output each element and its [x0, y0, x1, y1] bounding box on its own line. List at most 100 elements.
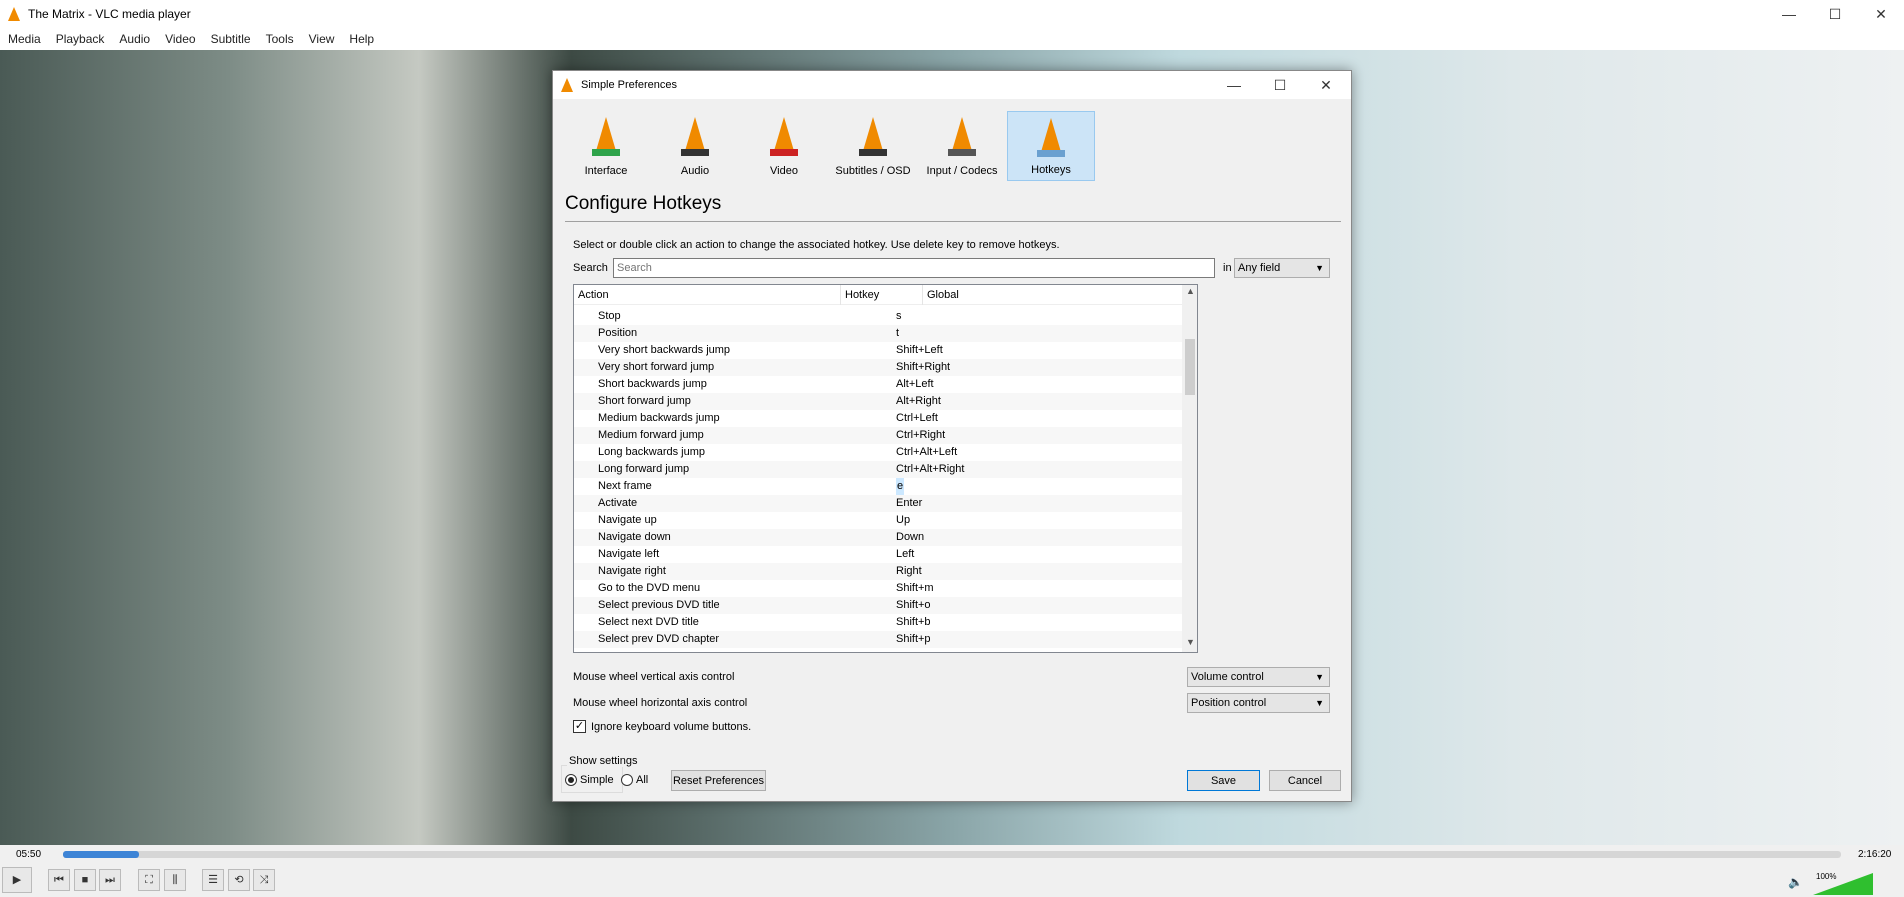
menu-video[interactable]: Video — [157, 28, 202, 46]
seek-bar-fill — [63, 851, 140, 858]
chevron-down-icon: ▼ — [1315, 263, 1324, 273]
row-hotkey: Shift+m — [896, 582, 934, 594]
row-hotkey: Alt+Left — [896, 378, 934, 390]
menu-tools[interactable]: Tools — [258, 28, 301, 46]
hotkeys-table[interactable]: Action Hotkey Global Stop s Position t Very … — [573, 284, 1198, 653]
extended-settings-button[interactable]: ⫼ — [164, 869, 186, 891]
table-row[interactable]: Very short forward jump Shift+Right — [574, 359, 1182, 376]
hotkeys-icon — [1033, 118, 1069, 158]
stop-button[interactable]: ■ — [74, 869, 96, 891]
maximize-button[interactable]: ☐ — [1812, 0, 1858, 28]
table-row[interactable]: Go to the DVD menu Shift+m — [574, 580, 1182, 597]
menu-playback[interactable]: Playback — [48, 28, 112, 46]
table-row[interactable]: Medium forward jump Ctrl+Right — [574, 427, 1182, 444]
ignore-volume-checkbox[interactable]: ✓ — [573, 720, 586, 733]
table-row[interactable]: Short backwards jump Alt+Left — [574, 376, 1182, 393]
row-action: Very short backwards jump — [598, 344, 731, 356]
next-button[interactable]: ⏭ — [99, 869, 121, 891]
menu-bar: Media Playback Audio Video Subtitle Tools View… — [0, 28, 1904, 50]
save-button[interactable]: Save — [1187, 770, 1260, 791]
row-action: Navigate left — [598, 548, 660, 560]
previous-button[interactable]: ⏮ — [48, 869, 70, 891]
row-action: Short backwards jump — [598, 378, 707, 390]
seek-bar[interactable] — [63, 851, 1841, 858]
table-row[interactable]: Navigate left Left — [574, 546, 1182, 563]
table-row[interactable]: Select prev DVD chapter Shift+p — [574, 631, 1182, 648]
simple-radio[interactable] — [565, 774, 577, 786]
cancel-button[interactable]: Cancel — [1269, 770, 1341, 791]
dialog-minimize-button[interactable]: — — [1211, 71, 1257, 99]
menu-media[interactable]: Media — [0, 28, 48, 46]
wheel-horizontal-select[interactable]: Position control ▼ — [1187, 693, 1330, 713]
vlc-logo-icon — [561, 78, 573, 92]
table-row[interactable]: Short forward jump Alt+Right — [574, 393, 1182, 410]
minimize-button[interactable]: — — [1766, 0, 1812, 28]
dialog-title: Simple Preferences — [581, 79, 677, 91]
playlist-button[interactable]: ☰ — [202, 869, 224, 891]
subtitles-icon — [855, 117, 891, 157]
row-hotkey: s — [896, 310, 902, 322]
table-scrollbar[interactable]: ▲ ▼ — [1182, 285, 1197, 652]
window-titlebar: The Matrix - VLC media player — ☐ ✕ — [0, 0, 1904, 28]
row-action: Stop — [598, 310, 621, 322]
table-row[interactable]: Long forward jump Ctrl+Alt+Right — [574, 461, 1182, 478]
table-header: Action Hotkey Global — [574, 285, 1182, 305]
show-settings-label: Show settings — [567, 755, 640, 767]
tab-interface[interactable]: Interface — [562, 111, 650, 181]
scroll-up-icon[interactable]: ▲ — [1186, 286, 1195, 296]
table-row[interactable]: Select next DVD title Shift+b — [574, 614, 1182, 631]
table-row[interactable]: Select previous DVD title Shift+o — [574, 597, 1182, 614]
dialog-close-button[interactable]: ✕ — [1303, 71, 1349, 99]
row-hotkey: Enter — [896, 497, 923, 509]
tab-hotkeys[interactable]: Hotkeys — [1007, 111, 1095, 181]
tab-input-codecs[interactable]: Input / Codecs — [918, 111, 1006, 181]
table-row[interactable]: Very short backwards jump Shift+Left — [574, 342, 1182, 359]
search-input[interactable] — [613, 258, 1215, 278]
menu-help[interactable]: Help — [341, 28, 381, 46]
row-action: Next frame — [598, 480, 652, 492]
table-row[interactable]: Navigate down Down — [574, 529, 1182, 546]
wheel-vertical-select[interactable]: Volume control ▼ — [1187, 667, 1330, 687]
speaker-icon[interactable]: 🔈 — [1788, 875, 1803, 889]
column-header-hotkey[interactable]: Hotkey — [840, 285, 922, 305]
table-row[interactable]: Next frame e — [574, 478, 1182, 495]
video-icon — [766, 117, 802, 157]
tab-subtitles-osd[interactable]: Subtitles / OSD — [829, 111, 917, 181]
row-hotkey: Ctrl+Alt+Left — [896, 446, 958, 458]
column-header-global[interactable]: Global — [922, 285, 959, 305]
scrollbar-thumb[interactable] — [1185, 339, 1195, 395]
close-button[interactable]: ✕ — [1858, 0, 1904, 28]
table-row[interactable]: Position t — [574, 325, 1182, 342]
tab-audio[interactable]: Audio — [651, 111, 739, 181]
hotkeys-description: Select or double click an action to chan… — [573, 239, 1060, 251]
column-header-action[interactable]: Action — [578, 285, 840, 305]
table-row[interactable]: Navigate right Right — [574, 563, 1182, 580]
menu-view[interactable]: View — [301, 28, 342, 46]
wheel-vertical-label: Mouse wheel vertical axis control — [573, 671, 735, 683]
table-row[interactable]: Navigate up Up — [574, 512, 1182, 529]
dialog-maximize-button[interactable]: ☐ — [1257, 71, 1303, 99]
menu-subtitle[interactable]: Subtitle — [203, 28, 258, 46]
total-time: 2:16:20 — [1858, 849, 1892, 860]
table-row[interactable]: Stop s — [574, 308, 1182, 325]
row-action: Navigate up — [598, 514, 657, 526]
tab-video[interactable]: Video — [740, 111, 828, 181]
row-hotkey: Shift+o — [896, 599, 931, 611]
in-label: in — [1223, 262, 1232, 274]
loop-button[interactable]: ⟲ — [228, 869, 250, 891]
table-row[interactable]: Activate Enter — [574, 495, 1182, 512]
all-radio[interactable] — [621, 774, 633, 786]
table-row[interactable]: Long backwards jump Ctrl+Alt+Left — [574, 444, 1182, 461]
chevron-down-icon: ▼ — [1315, 672, 1324, 682]
row-hotkey: Up — [896, 514, 911, 526]
search-field-select[interactable]: Any field ▼ — [1234, 258, 1330, 278]
menu-audio[interactable]: Audio — [111, 28, 157, 46]
shuffle-button[interactable]: ⤨ — [253, 869, 275, 891]
play-button[interactable]: ▶ — [2, 867, 32, 893]
scroll-down-icon[interactable]: ▼ — [1186, 637, 1195, 647]
fullscreen-button[interactable]: ⛶ — [138, 869, 160, 891]
row-action: Long backwards jump — [598, 446, 706, 458]
reset-preferences-button[interactable]: Reset Preferences — [671, 770, 766, 791]
wheel-horizontal-label: Mouse wheel horizontal axis control — [573, 697, 748, 709]
table-row[interactable]: Medium backwards jump Ctrl+Left — [574, 410, 1182, 427]
